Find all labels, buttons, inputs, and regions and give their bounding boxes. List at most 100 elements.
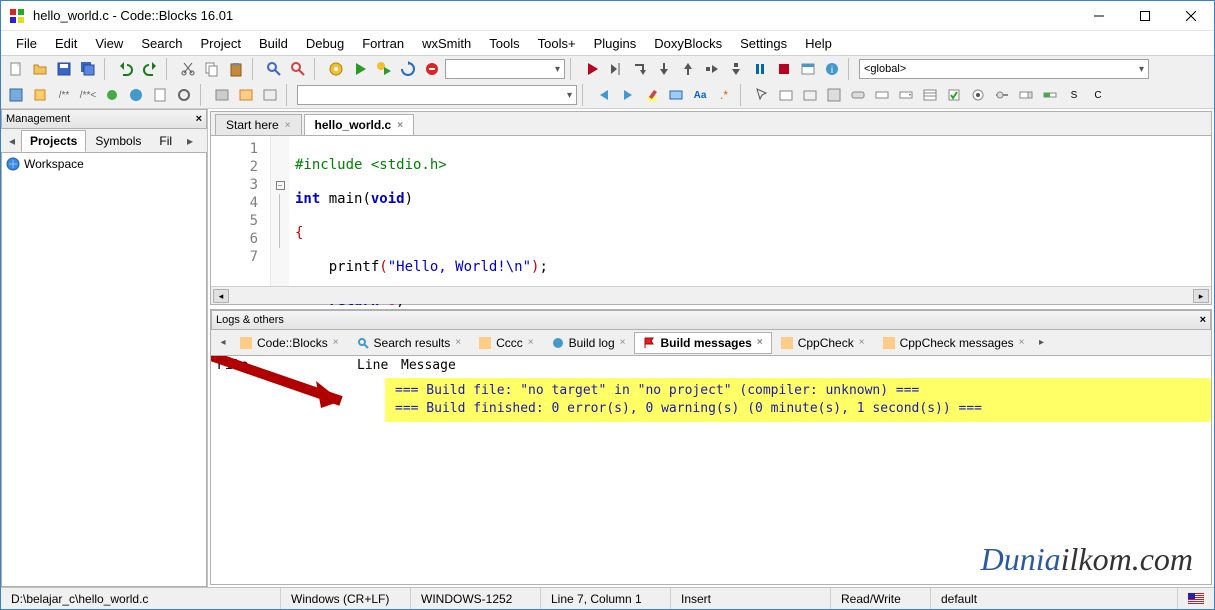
debug-windows-icon[interactable]: [797, 58, 819, 80]
logs-close-icon[interactable]: ×: [1200, 314, 1206, 326]
redo-icon[interactable]: [139, 58, 161, 80]
maximize-button[interactable]: [1122, 1, 1168, 31]
scroll-right-icon[interactable]: ▸: [1193, 289, 1209, 303]
build-run-icon[interactable]: [373, 58, 395, 80]
menu-edit[interactable]: Edit: [46, 33, 86, 54]
code-editor[interactable]: 1234567 − #include <stdio.h> int main(vo…: [211, 136, 1211, 286]
ft-clean-icon[interactable]: [259, 84, 281, 106]
insert-panel-icon[interactable]: [823, 84, 845, 106]
close-icon[interactable]: ×: [528, 337, 534, 348]
logs-tab-prev-icon[interactable]: ◂: [215, 337, 231, 348]
step-into-instr-icon[interactable]: [725, 58, 747, 80]
replace-icon[interactable]: [287, 58, 309, 80]
stop-debugger-icon[interactable]: [773, 58, 795, 80]
editor-hscrollbar[interactable]: ◂ ▸: [211, 286, 1211, 304]
insert-combo-icon[interactable]: [895, 84, 917, 106]
jump-combo[interactable]: [297, 85, 577, 105]
fold-toggle-icon[interactable]: −: [276, 181, 285, 190]
close-icon[interactable]: ×: [1019, 337, 1025, 348]
menu-fortran[interactable]: Fortran: [353, 33, 413, 54]
insert-gauge-icon[interactable]: [1039, 84, 1061, 106]
minimize-button[interactable]: [1076, 1, 1122, 31]
various-info-icon[interactable]: i: [821, 58, 843, 80]
next-instr-icon[interactable]: [701, 58, 723, 80]
mgmt-tab-next-icon[interactable]: ▸: [181, 134, 199, 148]
tab-start-here[interactable]: Start here×: [215, 114, 302, 135]
close-icon[interactable]: ×: [285, 120, 291, 131]
logs-tab-next-icon[interactable]: ▸: [1033, 337, 1049, 348]
highlight-icon[interactable]: [641, 84, 663, 106]
ft-rebuild-icon[interactable]: [235, 84, 257, 106]
undo-icon[interactable]: [115, 58, 137, 80]
insert-radio-icon[interactable]: [967, 84, 989, 106]
rebuild-icon[interactable]: [397, 58, 419, 80]
regex-icon[interactable]: .*: [713, 84, 735, 106]
tab-files[interactable]: Fil: [150, 130, 181, 152]
menu-wxsmith[interactable]: wxSmith: [413, 33, 480, 54]
save-all-icon[interactable]: [77, 58, 99, 80]
close-icon[interactable]: ×: [859, 337, 865, 348]
close-icon[interactable]: ×: [397, 120, 403, 131]
insert-slider-icon[interactable]: [991, 84, 1013, 106]
build-messages-body[interactable]: File Line Message === Build file: "no ta…: [211, 356, 1211, 584]
close-icon[interactable]: ×: [455, 337, 461, 348]
menu-toolsplus[interactable]: Tools+: [529, 33, 585, 54]
tab-symbols[interactable]: Symbols: [86, 130, 150, 152]
doxy-chm-icon[interactable]: [149, 84, 171, 106]
menu-project[interactable]: Project: [192, 33, 250, 54]
menu-file[interactable]: File: [7, 33, 46, 54]
open-file-icon[interactable]: [29, 58, 51, 80]
debug-run-icon[interactable]: [581, 58, 603, 80]
insert-check-icon[interactable]: [943, 84, 965, 106]
abort-icon[interactable]: [421, 58, 443, 80]
menu-help[interactable]: Help: [796, 33, 841, 54]
tab-build-messages[interactable]: Build messages×: [634, 332, 771, 354]
break-debugger-icon[interactable]: [749, 58, 771, 80]
insert-frame-icon[interactable]: [799, 84, 821, 106]
doxy-config-icon[interactable]: [173, 84, 195, 106]
insert-text-icon[interactable]: [871, 84, 893, 106]
tab-cppcheck-messages[interactable]: CppCheck messages×: [874, 332, 1034, 354]
tab-codeblocks[interactable]: Code::Blocks×: [231, 332, 348, 354]
menu-tools[interactable]: Tools: [480, 33, 528, 54]
scope-combo[interactable]: <global>: [859, 59, 1149, 79]
next-line-icon[interactable]: [629, 58, 651, 80]
ft-build-icon[interactable]: [211, 84, 233, 106]
menu-settings[interactable]: Settings: [731, 33, 796, 54]
tab-cccc[interactable]: Cccc×: [470, 332, 543, 354]
close-icon[interactable]: ×: [757, 337, 763, 348]
save-icon[interactable]: [53, 58, 75, 80]
jump-fwd-icon[interactable]: [617, 84, 639, 106]
close-button[interactable]: [1168, 1, 1214, 31]
menu-view[interactable]: View: [86, 33, 132, 54]
tab-hello-world[interactable]: hello_world.c×: [304, 114, 415, 135]
doxy-run-icon[interactable]: [101, 84, 123, 106]
run-to-cursor-icon[interactable]: [605, 58, 627, 80]
menu-doxyblocks[interactable]: DoxyBlocks: [645, 33, 731, 54]
insert-dialog-icon[interactable]: [775, 84, 797, 106]
doxy-wizard-icon[interactable]: [5, 84, 27, 106]
selected-text-icon[interactable]: [665, 84, 687, 106]
insert-list-icon[interactable]: [919, 84, 941, 106]
build-target-combo[interactable]: [445, 59, 565, 79]
match-case-icon[interactable]: Aa: [689, 84, 711, 106]
menu-build[interactable]: Build: [250, 33, 297, 54]
menu-debug[interactable]: Debug: [297, 33, 353, 54]
paste-icon[interactable]: [225, 58, 247, 80]
close-icon[interactable]: ×: [333, 337, 339, 348]
doxy-block-comment-icon[interactable]: /**: [53, 84, 75, 106]
select-tool-icon[interactable]: [751, 84, 773, 106]
tab-search-results[interactable]: Search results×: [348, 332, 471, 354]
find-icon[interactable]: [263, 58, 285, 80]
copy-icon[interactable]: [201, 58, 223, 80]
management-close-icon[interactable]: ×: [196, 113, 202, 125]
menu-plugins[interactable]: Plugins: [585, 33, 646, 54]
workspace-node[interactable]: Workspace: [6, 157, 202, 171]
doxy-line-comment-icon[interactable]: /**<: [77, 84, 99, 106]
tab-build-log[interactable]: Build log×: [543, 332, 635, 354]
close-icon[interactable]: ×: [620, 337, 626, 348]
step-into-icon[interactable]: [653, 58, 675, 80]
insert-spin-icon[interactable]: [1015, 84, 1037, 106]
jump-back-icon[interactable]: [593, 84, 615, 106]
insert-static-icon[interactable]: S: [1063, 84, 1085, 106]
